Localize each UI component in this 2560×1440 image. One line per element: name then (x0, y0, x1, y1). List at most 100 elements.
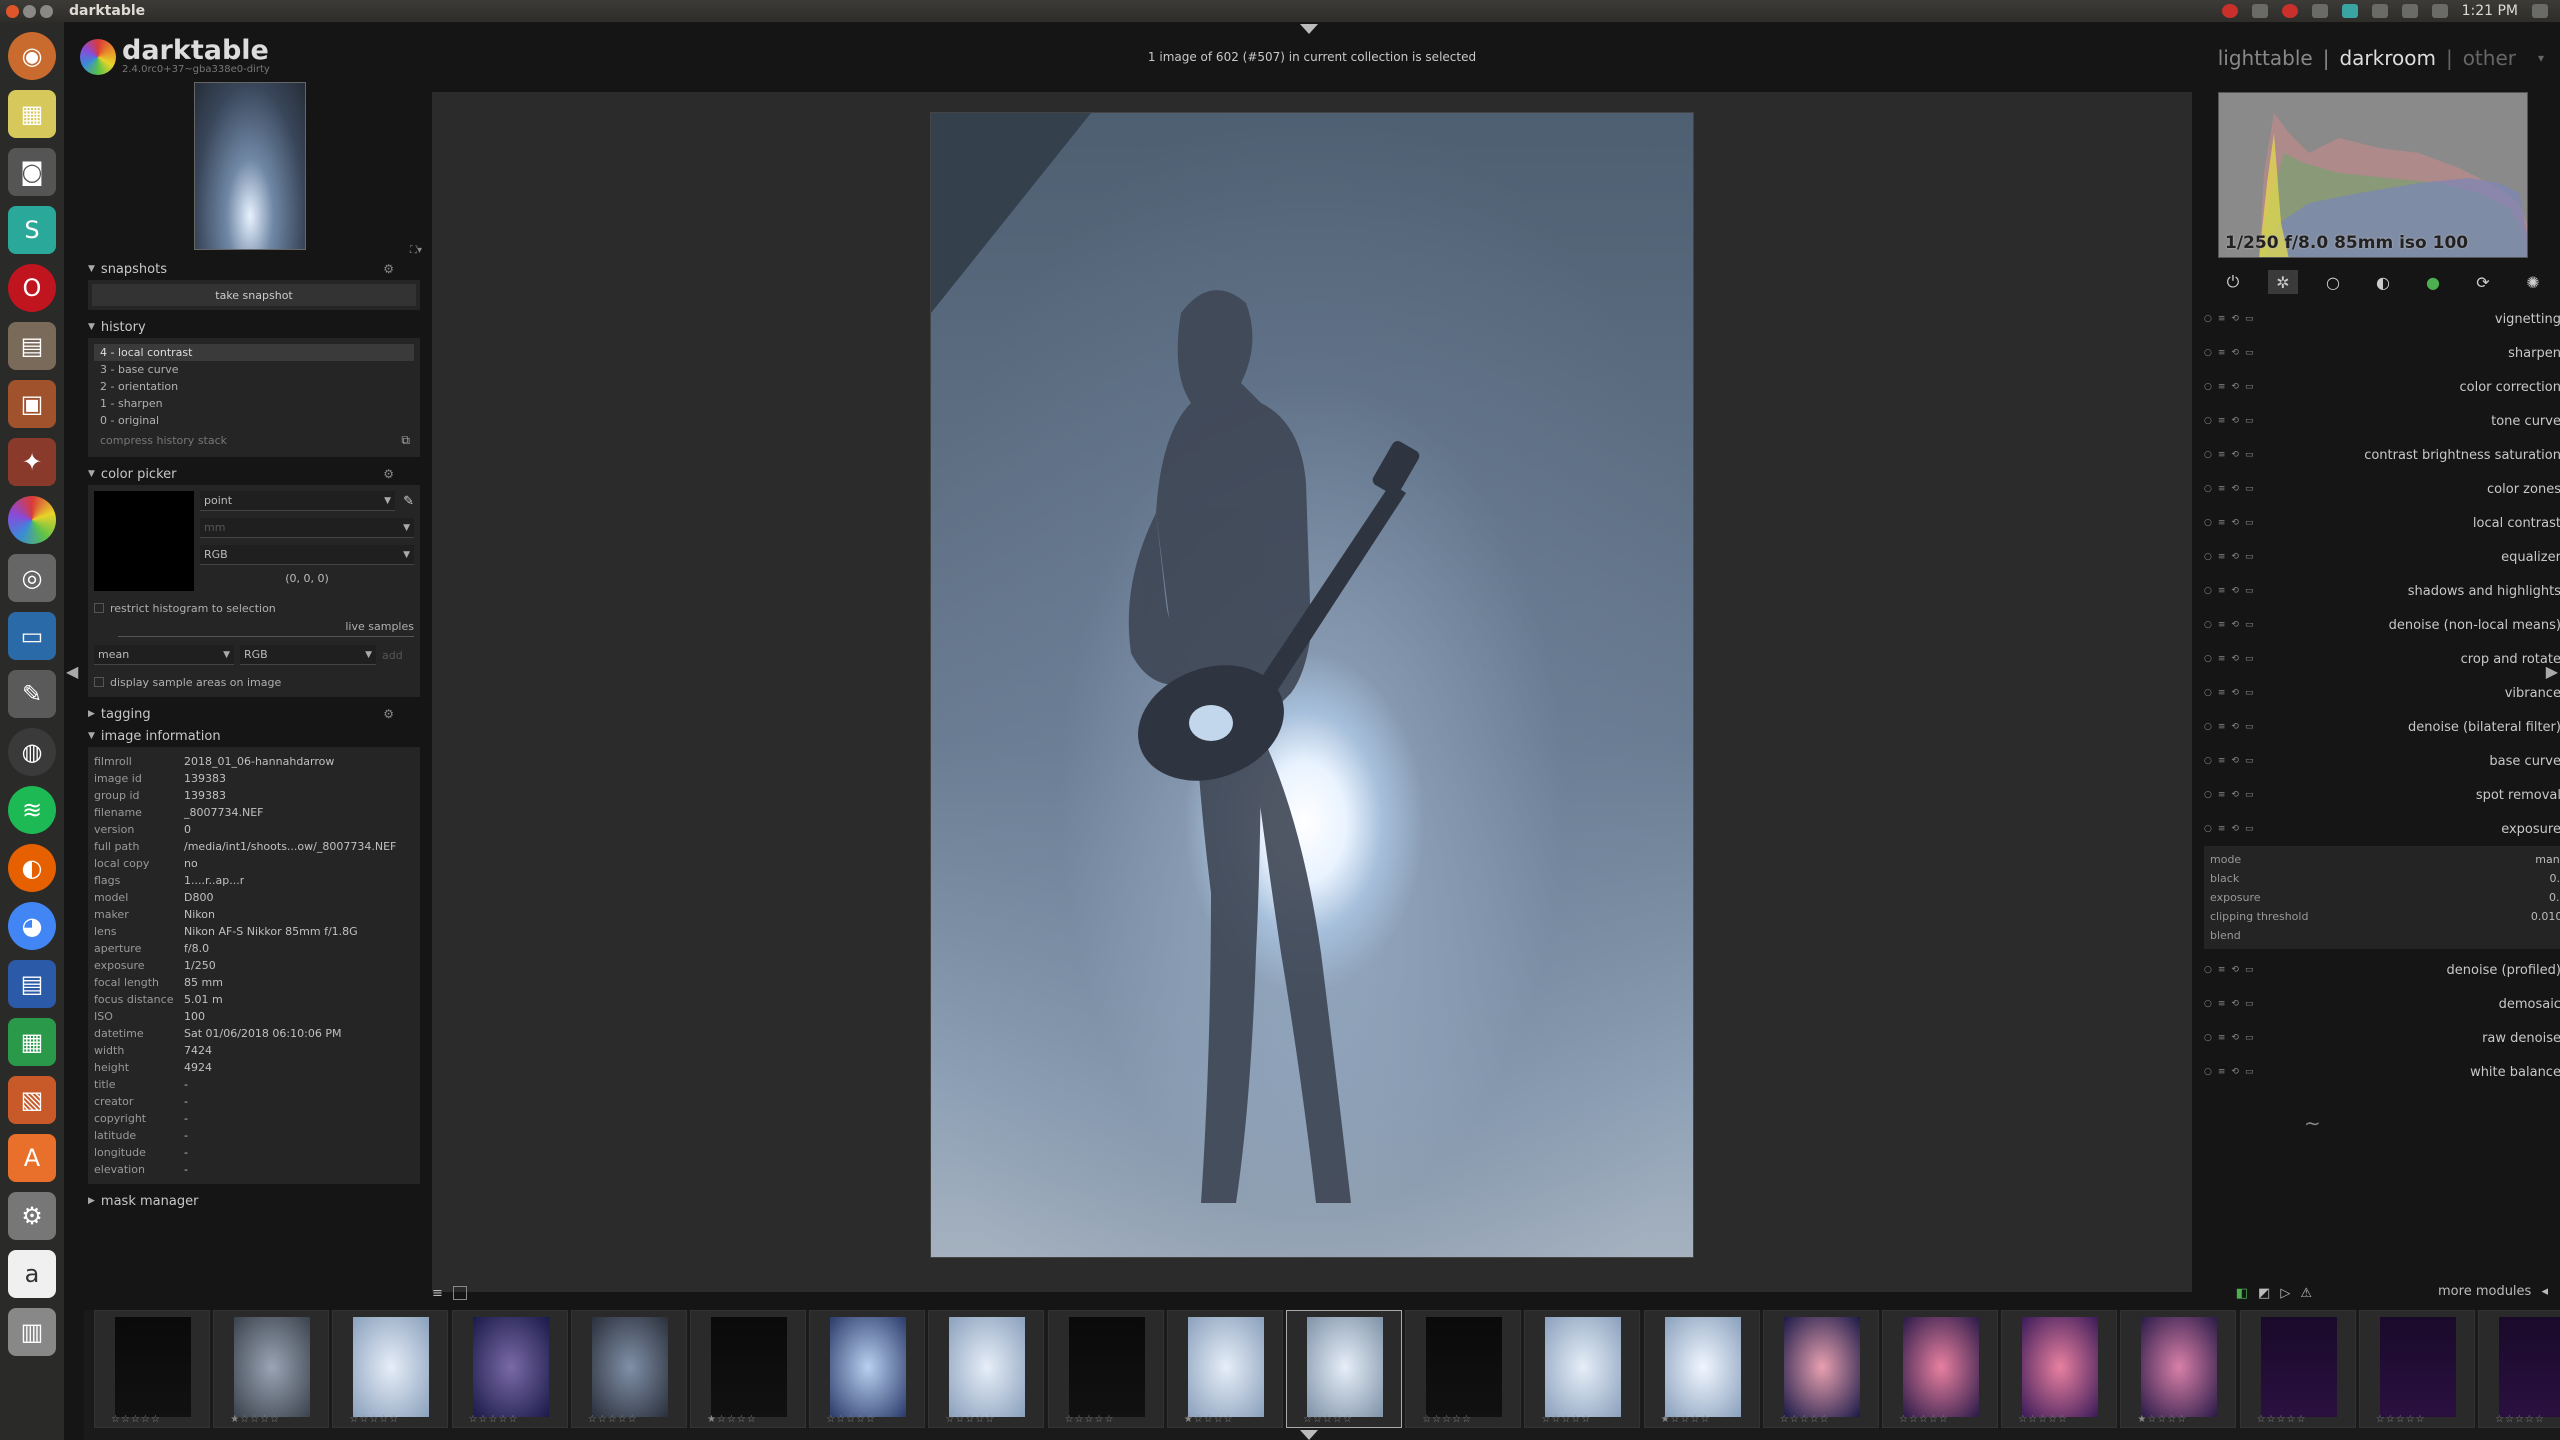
scanner-icon[interactable]: ▤ (8, 322, 56, 370)
power-icon[interactable]: ○ (2204, 314, 2212, 324)
module-vignetting[interactable]: ○≡⟲▭vignetting◂ (2194, 302, 2560, 336)
module-base-curve[interactable]: ○≡⟲▭base curve◂ (2194, 744, 2560, 778)
star-rating[interactable]: ☆☆☆☆☆ (826, 1414, 876, 1425)
multi-instance-icon[interactable]: ▭ (2245, 348, 2254, 358)
archive-manager-icon[interactable]: ▣ (8, 380, 56, 428)
multi-instance-icon[interactable]: ▭ (2245, 552, 2254, 562)
history-item[interactable]: 3 - base curve (94, 361, 414, 378)
reset-icon[interactable]: ⟲ (2231, 382, 2239, 392)
dash-icon[interactable]: ◉ (8, 32, 56, 80)
spotify-icon[interactable]: ≋ (8, 786, 56, 834)
volume-icon[interactable] (2431, 4, 2448, 18)
module-shadows-and-highlights[interactable]: ○≡⟲▭shadows and highlights◂ (2194, 574, 2560, 608)
star-rating[interactable]: ☆☆☆☆☆ (1780, 1414, 1830, 1425)
navigation-thumbnail[interactable] (194, 82, 306, 250)
module-exposure[interactable]: ○≡⟲▭exposure▾ (2194, 812, 2560, 846)
presets-icon[interactable]: ≡ (2218, 1067, 2226, 1077)
module-white-balance[interactable]: ○≡⟲▭white balance◂ (2194, 1055, 2560, 1089)
s-app-icon[interactable]: S (8, 206, 56, 254)
power-icon[interactable]: ○ (2204, 756, 2212, 766)
reset-icon[interactable]: ⟲ (2231, 620, 2239, 630)
bottom-panel-toggle-icon[interactable] (1300, 1430, 1318, 1440)
display-areas-checkbox[interactable] (94, 677, 104, 687)
power-icon[interactable]: ○ (2204, 620, 2212, 630)
power-icon[interactable]: ○ (2204, 999, 2212, 1009)
star-rating[interactable]: ☆☆☆☆☆ (2376, 1414, 2426, 1425)
tool-app-icon[interactable]: ✦ (8, 438, 56, 486)
multi-instance-icon[interactable]: ▭ (2245, 484, 2254, 494)
presets-icon[interactable]: ≡ (2218, 348, 2226, 358)
top-panel-toggle-icon[interactable] (1300, 24, 1318, 34)
dropbox-icon[interactable] (2251, 4, 2268, 18)
power-icon[interactable]: ○ (2204, 688, 2212, 698)
reset-icon[interactable]: ⟲ (2231, 1033, 2239, 1043)
maximize-icon[interactable] (40, 4, 53, 18)
view-darkroom[interactable]: darkroom (2339, 46, 2436, 70)
darktable-launcher-icon[interactable] (8, 496, 56, 544)
tagging-header[interactable]: ▶ tagging ⚙ (84, 703, 424, 725)
star-rating[interactable]: ☆☆☆☆☆ (1541, 1414, 1591, 1425)
module-controls[interactable]: ○ ≡ ⟲ ▭ (2204, 416, 2260, 426)
black-slider[interactable]: black 0.0000 (2210, 869, 2560, 888)
calc-icon[interactable]: ▦ (8, 1018, 56, 1066)
picker-statistic-select[interactable]: mm ▼ (200, 518, 414, 538)
filmstrip-thumbnail[interactable]: ☆☆☆☆☆ (809, 1310, 926, 1428)
gear-icon[interactable] (2532, 4, 2548, 18)
module-tone-curve[interactable]: ○≡⟲▭tone curve◂ (2194, 404, 2560, 438)
module-spot-removal[interactable]: ○≡⟲▭spot removal◂ (2194, 778, 2560, 812)
multi-instance-icon[interactable]: ▭ (2245, 314, 2254, 324)
software-center-icon[interactable]: A (8, 1134, 56, 1182)
correct-group-icon[interactable]: ⟳ (2468, 270, 2498, 294)
star-rating[interactable]: ☆☆☆☆☆ (1422, 1414, 1472, 1425)
chrome-icon[interactable]: ◕ (8, 902, 56, 950)
star-rating[interactable]: ★☆☆☆☆ (707, 1414, 757, 1425)
reset-icon[interactable]: ⟲ (2231, 1067, 2239, 1077)
presets-icon[interactable]: ≡ (2218, 416, 2226, 426)
views-dropdown-icon[interactable]: ▾ (2538, 51, 2544, 65)
filmstrip-thumbnail[interactable]: ☆☆☆☆☆ (928, 1310, 1045, 1428)
module-controls[interactable]: ○ ≡ ⟲ ▭ (2204, 756, 2260, 766)
filmstrip-thumbnail[interactable]: ☆☆☆☆☆ (94, 1310, 210, 1428)
color-group-icon[interactable]: ● (2418, 270, 2448, 294)
image-information-header[interactable]: ▼ image information (84, 725, 424, 747)
power-icon[interactable]: ○ (2204, 790, 2212, 800)
module-controls[interactable]: ○ ≡ ⟲ ▭ (2204, 620, 2260, 630)
power-icon[interactable]: ○ (2204, 965, 2212, 975)
filmstrip-thumbnail[interactable]: ☆☆☆☆☆ (2478, 1310, 2560, 1428)
star-rating[interactable]: ☆☆☆☆☆ (2495, 1414, 2545, 1425)
multi-instance-icon[interactable]: ▭ (2245, 965, 2254, 975)
presets-icon[interactable]: ⚙ (383, 262, 394, 276)
clipping-threshold-slider[interactable]: clipping threshold0.010%✎ (2210, 907, 2560, 926)
opera-icon[interactable]: O (8, 264, 56, 312)
restrict-histogram-checkbox[interactable] (94, 603, 104, 613)
module-controls[interactable]: ○ ≡ ⟲ ▭ (2204, 722, 2260, 732)
power-icon[interactable]: ○ (2204, 1067, 2212, 1077)
filmstrip-thumbnail[interactable]: ★☆☆☆☆ (2120, 1310, 2237, 1428)
close-icon[interactable] (6, 4, 19, 18)
power-icon[interactable]: ○ (2204, 348, 2212, 358)
trash-icon[interactable]: ▥ (8, 1308, 56, 1356)
power-icon[interactable]: ○ (2204, 1033, 2212, 1043)
multi-instance-icon[interactable]: ▭ (2245, 688, 2254, 698)
multi-instance-icon[interactable]: ▭ (2245, 518, 2254, 528)
presets-icon[interactable]: ≡ (2218, 552, 2226, 562)
record-icon[interactable] (2221, 4, 2238, 18)
filmstrip-thumbnail[interactable]: ☆☆☆☆☆ (451, 1310, 568, 1428)
gimp-icon[interactable]: ✎ (8, 670, 56, 718)
module-raw-denoise[interactable]: ○≡⟲▭raw denoise◂ (2194, 1021, 2560, 1055)
sample-statistic-select[interactable]: mean ▼ (94, 645, 234, 665)
filmstrip-thumbnail[interactable]: ★☆☆☆☆ (1643, 1310, 1760, 1428)
star-rating[interactable]: ☆☆☆☆☆ (349, 1414, 399, 1425)
reset-icon[interactable]: ⟲ (2231, 824, 2239, 834)
color-picker-header[interactable]: ▼ color picker ⚙ (84, 463, 424, 485)
module-controls[interactable]: ○ ≡ ⟲ ▭ (2204, 965, 2260, 975)
history-item[interactable]: 1 - sharpen (94, 395, 414, 412)
window-controls[interactable] (6, 4, 53, 18)
star-rating[interactable]: ☆☆☆☆☆ (1303, 1414, 1353, 1425)
multi-instance-icon[interactable]: ▭ (2245, 586, 2254, 596)
module-color-correction[interactable]: ○≡⟲▭color correction◂ (2194, 370, 2560, 404)
filmstrip-thumbnail[interactable]: ☆☆☆☆☆ (1286, 1310, 1402, 1428)
effect-group-icon[interactable]: ✺ (2518, 270, 2548, 294)
star-rating[interactable]: ★☆☆☆☆ (230, 1414, 280, 1425)
star-rating[interactable]: ★☆☆☆☆ (1184, 1414, 1234, 1425)
